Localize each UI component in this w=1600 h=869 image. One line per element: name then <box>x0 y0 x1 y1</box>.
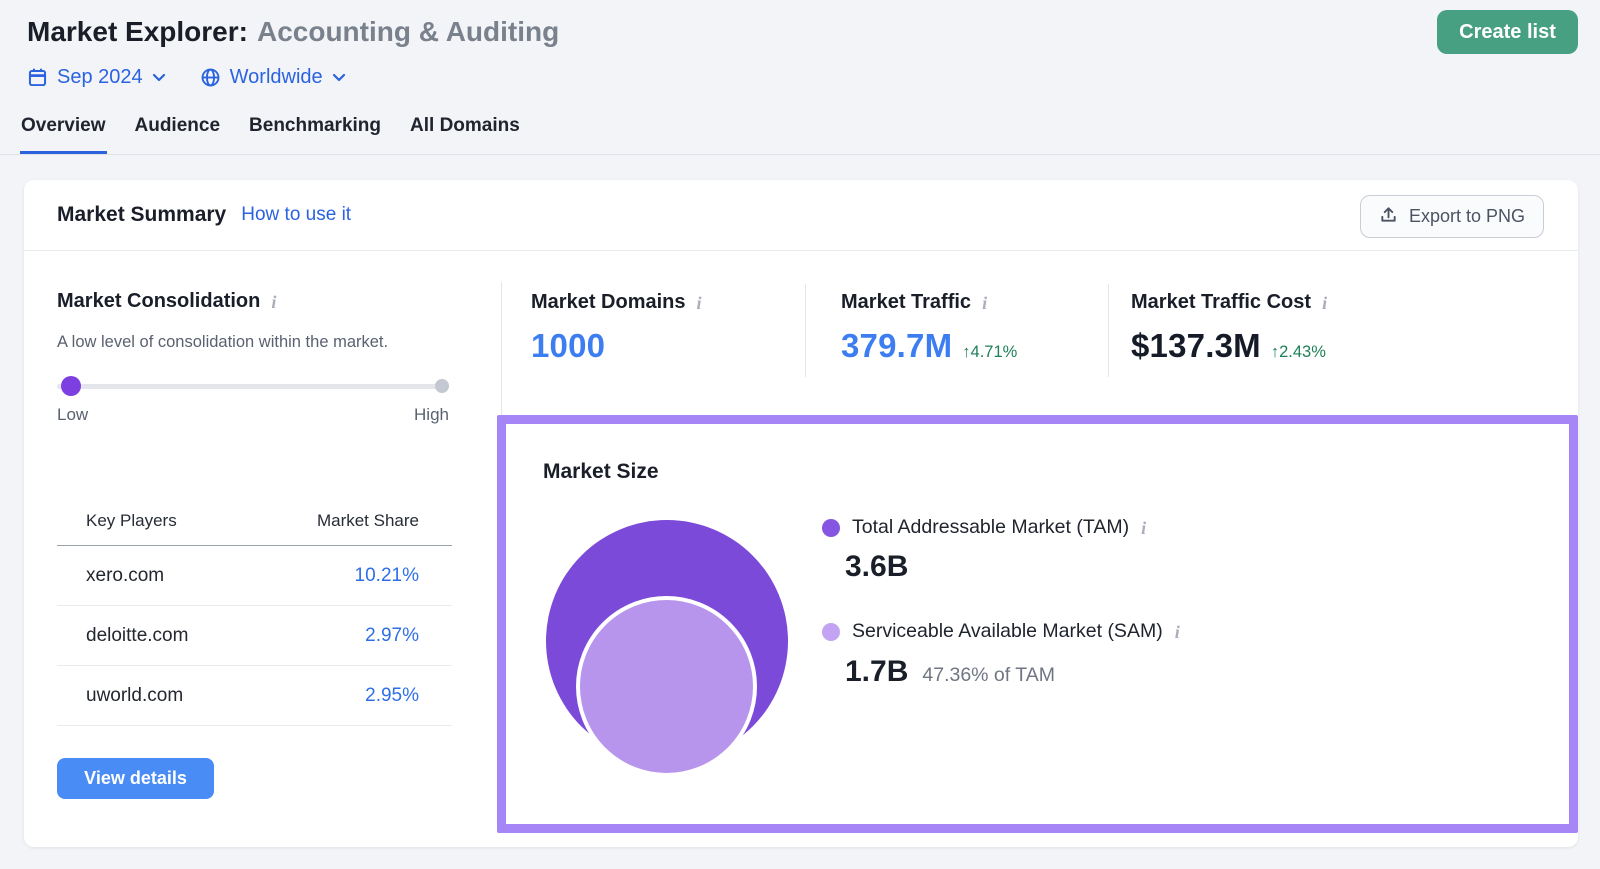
page-title-market-name: Accounting & Auditing <box>256 16 560 47</box>
tab-audience[interactable]: Audience <box>134 113 222 154</box>
market-traffic-label: Market Traffic i <box>841 291 1017 314</box>
col-market-share: Market Share <box>316 511 419 530</box>
region-filter-dropdown[interactable]: Worldwide <box>200 66 346 89</box>
info-icon[interactable]: i <box>697 294 702 312</box>
market-domains-label-text: Market Domains <box>531 291 686 313</box>
divider <box>501 282 502 415</box>
col-key-players: Key Players <box>86 511 177 530</box>
table-row: uworld.com 2.95% <box>57 666 452 726</box>
view-details-button[interactable]: View details <box>57 758 214 799</box>
sam-legend-row: Serviceable Available Market (SAM) i <box>822 620 1180 643</box>
key-players-table: Key Players Market Share xero.com 10.21%… <box>57 511 452 726</box>
slider-end-dot <box>435 379 449 393</box>
chevron-down-icon <box>152 73 166 82</box>
slider-track <box>57 384 449 389</box>
market-traffic-delta: ↑4.71% <box>962 343 1018 361</box>
sam-value-row: 1.7B 47.36% of TAM <box>845 655 1055 689</box>
market-size-title: Market Size <box>543 460 659 483</box>
sam-value: 1.7B <box>845 655 909 688</box>
info-icon[interactable]: i <box>271 293 276 311</box>
market-consolidation-title-text: Market Consolidation <box>57 290 261 312</box>
export-to-png-button[interactable]: Export to PNG <box>1359 195 1544 238</box>
market-consolidation-title: Market Consolidation i <box>57 290 452 313</box>
create-list-button[interactable]: Create list <box>1437 10 1578 54</box>
market-consolidation-section: Market Consolidation i A low level of co… <box>57 290 452 425</box>
slider-low-label: Low <box>57 405 89 424</box>
info-icon[interactable]: i <box>982 294 987 312</box>
player-share: 2.95% <box>365 684 419 706</box>
market-domains-label: Market Domains i <box>531 291 702 314</box>
market-traffic-label-text: Market Traffic <box>841 291 972 313</box>
info-icon[interactable]: i <box>1175 623 1180 641</box>
card-title: Market Summary <box>57 203 227 226</box>
player-share: 10.21% <box>354 564 419 586</box>
consolidation-slider <box>57 376 449 396</box>
sam-circle <box>576 596 757 777</box>
player-domain: uworld.com <box>86 684 184 706</box>
upload-icon <box>1379 205 1398 229</box>
sam-legend-dot <box>822 622 840 641</box>
consolidation-description: A low level of consolidation within the … <box>57 333 389 351</box>
player-domain: xero.com <box>86 564 165 586</box>
page-title-prefix: Market Explorer: <box>27 16 248 47</box>
globe-icon <box>200 67 221 88</box>
divider <box>1108 284 1109 377</box>
tam-legend-row: Total Addressable Market (TAM) i <box>822 516 1146 539</box>
date-filter-dropdown[interactable]: Sep 2024 <box>27 66 166 89</box>
market-traffic-cost-value: $137.3M <box>1131 327 1261 364</box>
slider-knob <box>61 376 81 396</box>
market-explorer-page: Market Explorer: Accounting & Auditing Cr… <box>0 0 1600 869</box>
sam-legend-label: Serviceable Available Market (SAM) <box>852 620 1163 642</box>
tam-value: 3.6B <box>845 550 909 583</box>
tab-benchmarking[interactable]: Benchmarking <box>248 113 382 154</box>
key-players-table-header: Key Players Market Share <box>57 511 452 546</box>
market-summary-card: Market Summary How to use it Export to P… <box>24 180 1578 847</box>
info-icon[interactable]: i <box>1141 519 1146 537</box>
export-to-png-label: Export to PNG <box>1408 206 1525 226</box>
table-row: deloitte.com 2.97% <box>57 606 452 666</box>
tam-value-row: 3.6B <box>845 550 908 584</box>
how-to-use-link[interactable]: How to use it <box>241 204 351 226</box>
market-domains-stat: Market Domains i 1000 <box>531 291 702 365</box>
chevron-down-icon <box>332 73 346 82</box>
market-traffic-cost-delta: ↑2.43% <box>1270 343 1326 361</box>
info-icon[interactable]: i <box>1322 294 1327 312</box>
slider-high-label: High <box>414 405 449 424</box>
region-filter-value: Worldwide <box>229 66 323 88</box>
calendar-icon <box>27 67 48 88</box>
market-traffic-cost-label-text: Market Traffic Cost <box>1131 291 1312 313</box>
card-header: Market Summary How to use it Export to P… <box>24 180 1578 251</box>
market-traffic-stat: Market Traffic i 379.7M ↑4.71% <box>841 291 1017 365</box>
tab-bar: Overview Audience Benchmarking All Domai… <box>0 113 1600 155</box>
tab-overview[interactable]: Overview <box>20 113 107 154</box>
date-filter-value: Sep 2024 <box>57 66 143 88</box>
page-title: Market Explorer: Accounting & Auditing <box>27 16 559 48</box>
card-body: Market Consolidation i A low level of co… <box>24 251 1578 847</box>
tam-legend-label: Total Addressable Market (TAM) <box>852 516 1130 538</box>
slider-labels: Low High <box>57 405 449 425</box>
tam-legend-dot <box>822 518 840 537</box>
market-traffic-value: 379.7M <box>841 327 953 364</box>
divider <box>805 284 806 377</box>
table-row: xero.com 10.21% <box>57 546 452 606</box>
market-size-highlight-box: Market Size Total Addressable Market (TA… <box>497 415 1578 833</box>
filters-bar: Sep 2024 Worldwide <box>27 66 346 89</box>
player-share: 2.97% <box>365 624 419 646</box>
player-domain: deloitte.com <box>86 624 189 646</box>
market-traffic-cost-label: Market Traffic Cost i <box>1131 291 1327 314</box>
sam-share-of-tam: 47.36% of TAM <box>922 664 1055 686</box>
market-traffic-cost-stat: Market Traffic Cost i $137.3M ↑2.43% <box>1131 291 1327 365</box>
market-domains-value: 1000 <box>531 327 606 364</box>
tab-all-domains[interactable]: All Domains <box>409 113 521 154</box>
